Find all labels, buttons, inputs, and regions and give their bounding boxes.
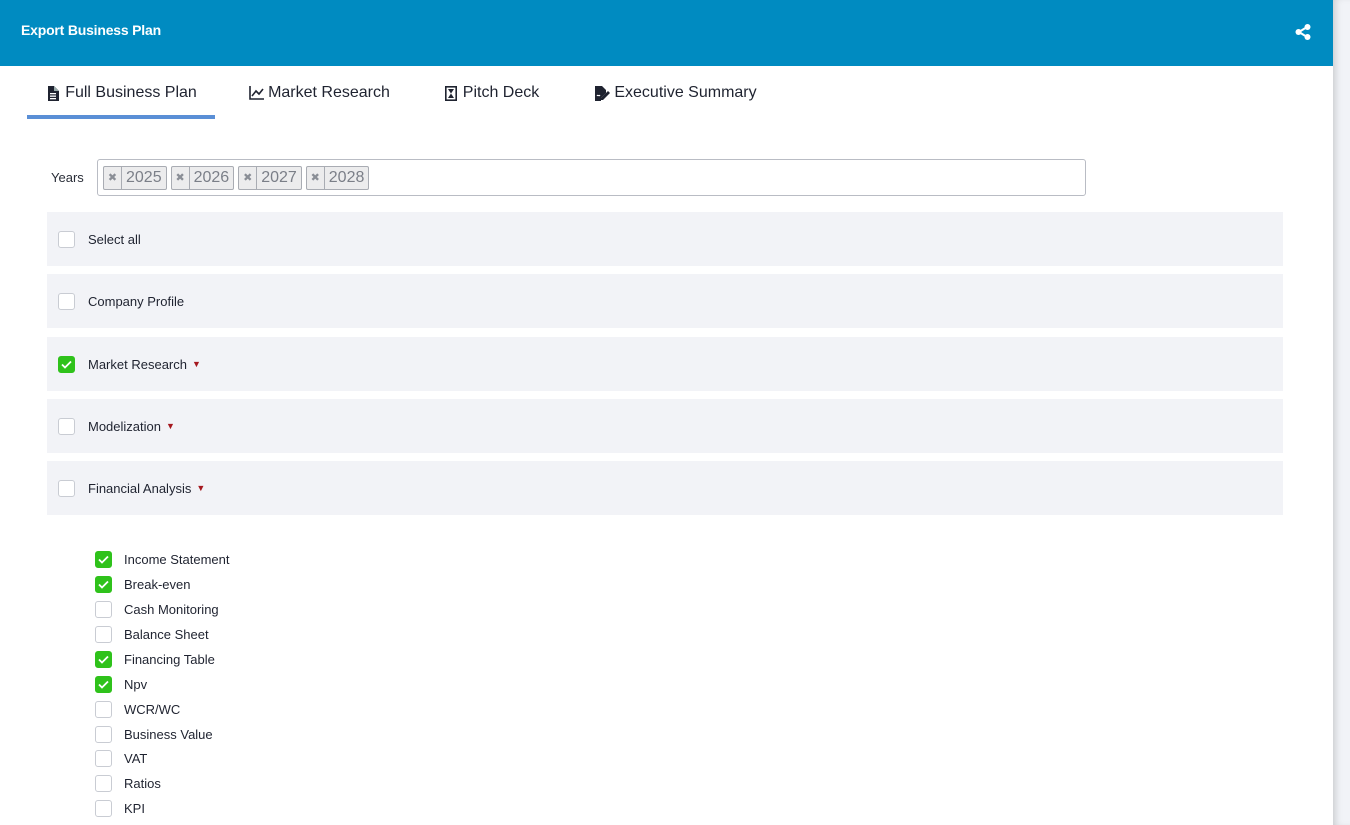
- item-checkbox[interactable]: [95, 575, 112, 593]
- market-research-checkbox[interactable]: [58, 355, 75, 373]
- list-item[interactable]: Balance Sheet: [95, 625, 395, 643]
- select-all-checkbox[interactable]: [58, 230, 75, 248]
- remove-chip-icon[interactable]: ✖: [104, 166, 122, 189]
- item-checkbox[interactable]: [95, 725, 112, 743]
- item-checkbox[interactable]: [95, 749, 112, 767]
- section-financial-analysis[interactable]: Financial Analysis ▼: [47, 461, 1283, 515]
- company-profile-checkbox[interactable]: [58, 292, 75, 310]
- select-all-row[interactable]: Select all: [47, 212, 1283, 266]
- item-label: Ratios: [124, 775, 161, 791]
- year-chip: ✖ 2026: [170, 165, 235, 190]
- hourglass-icon: [443, 85, 459, 101]
- tab-label: Full Business Plan: [65, 84, 197, 101]
- year-chip-value: 2026: [193, 168, 230, 186]
- item-checkbox[interactable]: [95, 700, 112, 718]
- year-chip: ✖ 2025: [103, 165, 167, 190]
- check-icon: [61, 360, 72, 369]
- item-label: Npv: [124, 676, 148, 692]
- item-checkbox[interactable]: [95, 774, 112, 792]
- list-item[interactable]: Income Statement: [95, 550, 395, 568]
- signature-icon: [594, 85, 611, 101]
- line-chart-icon: [248, 85, 264, 101]
- tab-pitch-deck[interactable]: Pitch Deck: [442, 67, 540, 119]
- modelization-checkbox[interactable]: [58, 417, 75, 435]
- remove-chip-icon[interactable]: ✖: [239, 166, 258, 189]
- item-label: Business Value: [124, 726, 213, 742]
- item-label: Break-even: [124, 576, 191, 592]
- item-label: Income Statement: [124, 551, 230, 567]
- year-chip-value: 2025: [126, 168, 162, 186]
- item-checkbox[interactable]: [95, 799, 112, 817]
- item-checkbox[interactable]: [95, 650, 112, 668]
- tab-full-business-plan[interactable]: Full Business Plan: [27, 67, 215, 119]
- year-chip-value: 2027: [261, 168, 297, 186]
- share-icon[interactable]: [1293, 22, 1313, 42]
- item-label: KPI: [124, 800, 145, 816]
- tab-label: Market Research: [268, 84, 390, 101]
- tab-market-research[interactable]: Market Research: [245, 67, 393, 119]
- section-market-research[interactable]: Market Research ▼: [47, 337, 1283, 391]
- tab-label: Executive Summary: [614, 84, 757, 101]
- item-label: Balance Sheet: [124, 626, 209, 642]
- remove-chip-icon[interactable]: ✖: [172, 166, 190, 189]
- header-bar: Export Business Plan: [0, 0, 1333, 66]
- check-icon: [98, 655, 109, 664]
- section-label: Market Research: [88, 356, 187, 372]
- financial-analysis-checkbox[interactable]: [58, 479, 75, 497]
- section-label: Select all: [88, 231, 141, 247]
- list-item[interactable]: VAT: [95, 749, 395, 767]
- list-item[interactable]: Financing Table: [95, 650, 395, 668]
- section-company-profile[interactable]: Company Profile: [47, 274, 1283, 328]
- year-chip: ✖ 2027: [238, 165, 302, 190]
- item-label: Cash Monitoring: [124, 601, 219, 617]
- years-label: Years: [51, 170, 84, 185]
- item-label: WCR/WC: [124, 701, 181, 717]
- list-item[interactable]: Ratios: [95, 774, 395, 792]
- item-label: VAT: [124, 750, 148, 766]
- year-chip-value: 2028: [328, 168, 365, 186]
- scroll-gutter: [1333, 0, 1350, 825]
- list-item[interactable]: Cash Monitoring: [95, 600, 395, 618]
- check-icon: [98, 680, 109, 689]
- check-icon: [98, 580, 109, 589]
- expand-caret-icon[interactable]: ▼: [192, 359, 201, 369]
- item-checkbox[interactable]: [95, 550, 112, 568]
- expand-caret-icon[interactable]: ▼: [166, 421, 175, 431]
- tab-executive-summary[interactable]: Executive Summary: [588, 67, 763, 119]
- page-title: Export Business Plan: [21, 22, 161, 38]
- section-label: Modelization: [88, 418, 161, 434]
- list-item[interactable]: Npv: [95, 675, 395, 693]
- section-modelization[interactable]: Modelization ▼: [47, 399, 1283, 453]
- tab-label: Pitch Deck: [462, 84, 540, 101]
- list-item[interactable]: Break-even: [95, 575, 395, 593]
- check-icon: [98, 555, 109, 564]
- document-icon: [45, 85, 61, 101]
- years-multiselect[interactable]: ✖ 2025 ✖ 2026 ✖ 2027 ✖ 2028: [97, 159, 1086, 196]
- remove-chip-icon[interactable]: ✖: [307, 166, 325, 189]
- item-label: Financing Table: [124, 651, 215, 667]
- list-item[interactable]: KPI: [95, 799, 395, 817]
- list-item[interactable]: WCR/WC: [95, 700, 395, 718]
- export-business-plan-panel: Export Business Plan Full Business Plan …: [0, 0, 1333, 825]
- year-chip: ✖ 2028: [305, 165, 370, 190]
- item-checkbox[interactable]: [95, 600, 112, 618]
- section-label: Financial Analysis: [88, 480, 192, 496]
- expand-caret-icon[interactable]: ▼: [196, 483, 205, 493]
- item-checkbox[interactable]: [95, 675, 112, 693]
- list-item[interactable]: Business Value: [95, 725, 395, 743]
- item-checkbox[interactable]: [95, 625, 112, 643]
- section-label: Company Profile: [88, 293, 185, 309]
